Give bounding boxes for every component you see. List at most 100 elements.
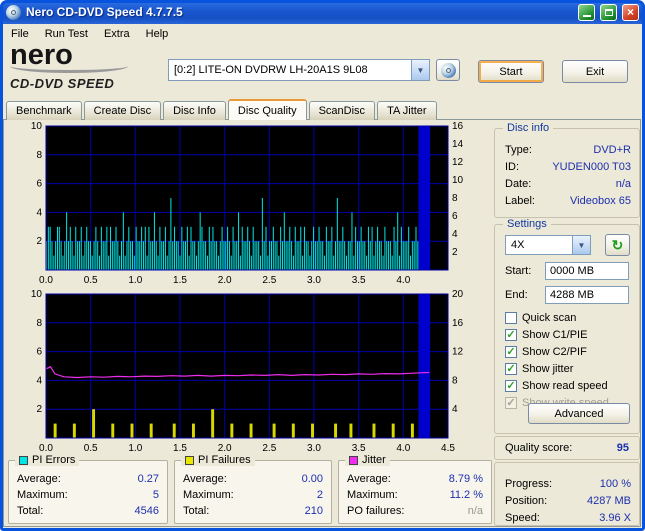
svg-text:10: 10 bbox=[31, 290, 43, 300]
refresh-icon: ↻ bbox=[611, 236, 624, 253]
pi-errors-color-chip bbox=[19, 455, 28, 465]
label: Average: bbox=[17, 473, 61, 485]
value: 100 % bbox=[599, 477, 631, 490]
svg-text:6: 6 bbox=[36, 347, 42, 358]
label: Date: bbox=[505, 177, 532, 190]
start-field-label: Start: bbox=[505, 265, 532, 277]
checkbox-show-read-speed[interactable]: ✓ bbox=[505, 379, 517, 392]
checkbox-show-jitter[interactable]: ✓ bbox=[505, 362, 517, 375]
svg-text:10: 10 bbox=[31, 122, 43, 132]
menu-run-test[interactable]: Run Test bbox=[37, 26, 96, 42]
label: ID: bbox=[505, 160, 520, 173]
svg-text:20: 20 bbox=[452, 290, 464, 300]
label: Speed: bbox=[505, 511, 540, 524]
checkbox-show-c1-pie[interactable]: ✓ bbox=[505, 328, 517, 341]
settings-title: Settings bbox=[503, 218, 551, 230]
checkbox-show-c2-pif[interactable]: ✓ bbox=[505, 345, 517, 358]
pi-failures-stats-title: PI Failures bbox=[198, 454, 251, 466]
tab-disc-quality[interactable]: Disc Quality bbox=[227, 99, 307, 120]
nero-logo: nero CD-DVD SPEED bbox=[10, 41, 165, 91]
advanced-button[interactable]: Advanced bbox=[528, 403, 630, 424]
maximize-button[interactable] bbox=[600, 3, 617, 21]
drive-select[interactable]: [0:2] LITE-ON DVDRW LH-20A1S 9L08 ▼ bbox=[168, 59, 430, 81]
value: 4546 bbox=[134, 505, 159, 517]
label: Position: bbox=[505, 494, 548, 507]
pi-errors-chart: 2 4 6 8 10 2 4 6 8 10 12 14 16 0.0 0.5 1.0 1.5 2.0 2.5 3.0 3… bbox=[31, 122, 464, 286]
quality-score-label: Quality score: bbox=[505, 441, 573, 454]
disc-icon bbox=[440, 62, 456, 78]
value: 8.79 % bbox=[448, 473, 483, 485]
tab-disc-info[interactable]: Disc Info bbox=[163, 101, 226, 120]
svg-text:3.5: 3.5 bbox=[352, 275, 366, 286]
checkbox-row-show-read-speed[interactable]: ✓ Show read speed bbox=[505, 377, 635, 394]
end-field[interactable]: 4288 MB bbox=[545, 286, 629, 304]
scan-options-list: Quick scan ✓ Show C1/PIE ✓ Show C2/PIF ✓ Show … bbox=[505, 309, 635, 411]
svg-text:16: 16 bbox=[452, 122, 464, 132]
minimize-button[interactable] bbox=[578, 3, 595, 21]
label: PO failures: bbox=[347, 505, 405, 517]
row-position-: Position: 4287 MB bbox=[505, 492, 631, 509]
svg-text:3.0: 3.0 bbox=[307, 443, 321, 454]
minimize-icon bbox=[582, 15, 591, 17]
menu-help[interactable]: Help bbox=[138, 26, 177, 42]
tab-ta-jitter[interactable]: TA Jitter bbox=[377, 101, 437, 120]
svg-text:4.0: 4.0 bbox=[396, 275, 410, 286]
row-average-: Average: 8.79 % bbox=[347, 471, 483, 487]
label: Maximum: bbox=[183, 489, 234, 501]
tab-benchmark[interactable]: Benchmark bbox=[6, 101, 82, 120]
row-maximum-: Maximum: 2 bbox=[183, 487, 323, 503]
svg-text:2: 2 bbox=[452, 247, 458, 258]
menu-file[interactable]: File bbox=[3, 26, 37, 42]
svg-text:4.5: 4.5 bbox=[441, 443, 455, 454]
checkbox-show-write-speed: ✓ bbox=[505, 396, 517, 409]
svg-text:2.5: 2.5 bbox=[262, 275, 276, 286]
row-label-: Label: Videobox 65 bbox=[505, 192, 631, 209]
eject-button[interactable] bbox=[436, 59, 460, 81]
exit-button[interactable]: Exit bbox=[562, 60, 628, 83]
tab-scandisc[interactable]: ScanDisc bbox=[308, 101, 376, 120]
chevron-down-icon[interactable]: ▼ bbox=[411, 60, 429, 80]
svg-text:4: 4 bbox=[452, 229, 458, 240]
value: 11.2 % bbox=[449, 489, 483, 501]
svg-text:0.5: 0.5 bbox=[84, 275, 98, 286]
svg-text:2.5: 2.5 bbox=[262, 443, 276, 454]
svg-text:8: 8 bbox=[36, 318, 42, 329]
checkbox-row-show-c2-pif[interactable]: ✓ Show C2/PIF bbox=[505, 343, 635, 360]
checkbox-row-quick-scan[interactable]: Quick scan bbox=[505, 309, 635, 326]
label: Label: bbox=[505, 194, 535, 207]
chevron-down-icon[interactable]: ▼ bbox=[572, 236, 590, 254]
title-bar[interactable]: Nero CD-DVD Speed 4.7.7.5 × bbox=[0, 0, 645, 24]
end-field-label: End: bbox=[505, 289, 528, 301]
svg-text:0.5: 0.5 bbox=[84, 443, 98, 454]
maximize-icon bbox=[604, 8, 613, 16]
row-total-: Total: 4546 bbox=[17, 503, 159, 519]
close-icon: × bbox=[626, 5, 634, 19]
row-maximum-: Maximum: 5 bbox=[17, 487, 159, 503]
svg-text:3.5: 3.5 bbox=[352, 443, 366, 454]
checkbox-row-show-c1-pie[interactable]: ✓ Show C1/PIE bbox=[505, 326, 635, 343]
start-button[interactable]: Start bbox=[478, 60, 544, 83]
value: n/a bbox=[467, 505, 483, 517]
pi-errors-stats-rows: Average: 0.27 Maximum: 5 Total: 4546 bbox=[17, 471, 159, 519]
speed-select[interactable]: 4X ▼ bbox=[505, 235, 591, 255]
quality-score-group: Quality score: 95 bbox=[494, 436, 640, 460]
value: 0.00 bbox=[301, 473, 323, 485]
svg-text:2.0: 2.0 bbox=[218, 443, 232, 454]
checkbox-quick-scan[interactable] bbox=[505, 311, 517, 324]
value: DVD+R bbox=[593, 143, 631, 156]
start-field[interactable]: 0000 MB bbox=[545, 262, 629, 280]
label: Average: bbox=[183, 473, 227, 485]
settings-group: Settings 4X ▼ ↻ Start: 0000 MB End: 4288… bbox=[494, 218, 640, 434]
tab-create-disc[interactable]: Create Disc bbox=[83, 101, 162, 120]
menu-extra[interactable]: Extra bbox=[96, 26, 138, 42]
label: Progress: bbox=[505, 477, 553, 490]
svg-text:1.5: 1.5 bbox=[173, 443, 187, 454]
svg-text:1.5: 1.5 bbox=[173, 275, 187, 286]
svg-text:3.0: 3.0 bbox=[307, 275, 321, 286]
checkbox-row-show-jitter[interactable]: ✓ Show jitter bbox=[505, 360, 635, 377]
application-window: Nero CD-DVD Speed 4.7.7.5 × File Run Test… bbox=[0, 0, 645, 531]
refresh-button[interactable]: ↻ bbox=[605, 234, 630, 256]
svg-text:2.0: 2.0 bbox=[218, 275, 232, 286]
window-title: Nero CD-DVD Speed 4.7.7.5 bbox=[26, 5, 183, 19]
close-button[interactable]: × bbox=[622, 3, 639, 21]
